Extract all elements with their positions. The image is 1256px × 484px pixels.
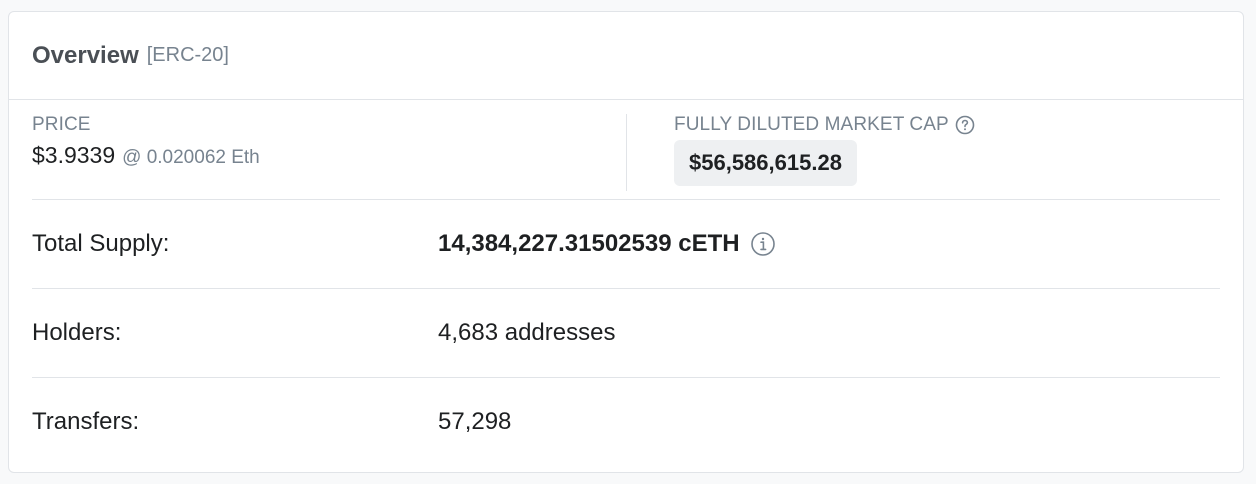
price-value-line: $3.9339 @ 0.020062 Eth xyxy=(32,142,626,169)
transfers-row: Transfers: 57,298 xyxy=(32,378,1220,466)
market-cap-label: FULLY DILUTED MARKET CAP xyxy=(674,114,949,135)
price-row: PRICE $3.9339 @ 0.020062 Eth FULLY DILUT… xyxy=(32,100,1220,200)
market-cap-label-line: FULLY DILUTED MARKET CAP xyxy=(674,114,975,136)
total-supply-value: 14,384,227.31502539 cETH xyxy=(438,230,740,257)
market-cap-value: $56,586,615.28 xyxy=(674,140,857,186)
total-supply-label: Total Supply: xyxy=(32,230,170,257)
price-label: PRICE xyxy=(32,114,91,135)
market-cap-section: FULLY DILUTED MARKET CAP $56,586,615.28 xyxy=(674,114,975,186)
total-supply-value-wrap: 14,384,227.31502539 cETH xyxy=(438,230,776,258)
transfers-value: 57,298 xyxy=(438,408,512,435)
price-eth: @ 0.020062 Eth xyxy=(122,147,260,168)
overview-card: Overview [ERC-20] PRICE $3.9339 @ 0.0200… xyxy=(8,11,1244,473)
holders-row: Holders: 4,683 addresses xyxy=(32,289,1220,378)
question-circle-icon[interactable] xyxy=(955,115,975,135)
total-supply-row: Total Supply: 14,384,227.31502539 cETH xyxy=(32,200,1220,289)
card-body: PRICE $3.9339 @ 0.020062 Eth FULLY DILUT… xyxy=(9,100,1243,466)
price-usd: $3.9339 xyxy=(32,142,116,168)
holders-value[interactable]: 4,683 addresses xyxy=(438,319,615,347)
price-section: PRICE $3.9339 @ 0.020062 Eth xyxy=(32,114,627,191)
card-header: Overview [ERC-20] xyxy=(9,12,1243,100)
holders-label: Holders: xyxy=(32,319,122,346)
info-circle-icon[interactable] xyxy=(750,231,776,257)
token-standard: [ERC-20] xyxy=(146,44,229,66)
transfers-label: Transfers: xyxy=(32,408,140,435)
card-title: Overview xyxy=(32,41,139,69)
